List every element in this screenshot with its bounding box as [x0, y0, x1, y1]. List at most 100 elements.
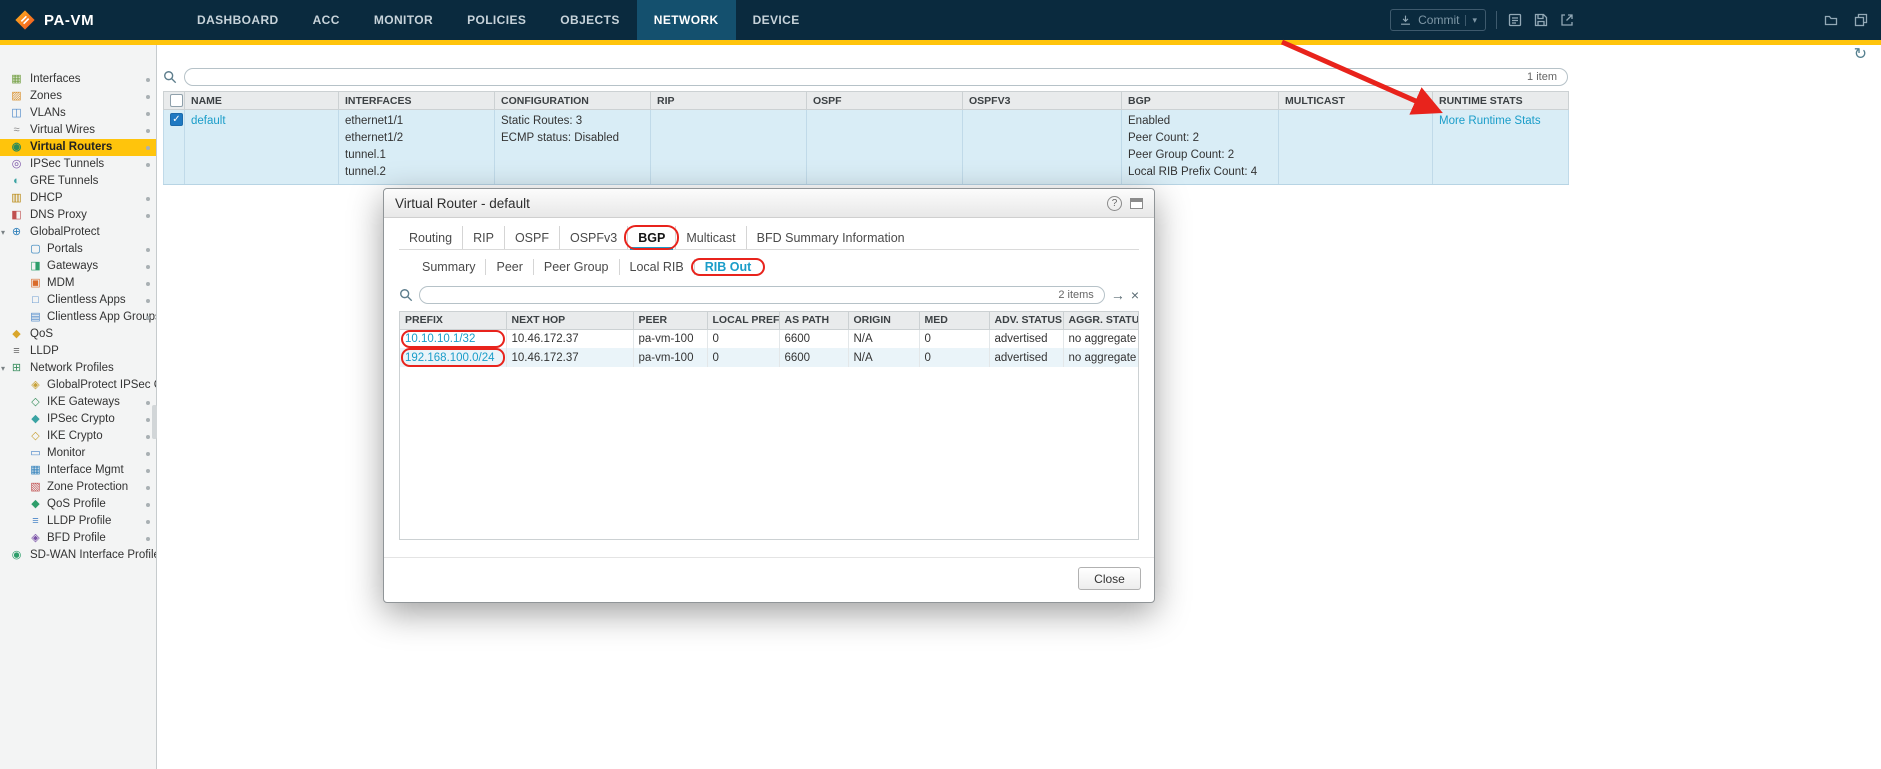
col-configuration[interactable]: CONFIGURATION: [495, 92, 651, 110]
sidebar-item-virtual-wires[interactable]: ≈Virtual Wires: [0, 122, 156, 139]
sidebar-item-lldp-profile[interactable]: ≡LLDP Profile: [0, 513, 156, 530]
nav-policies[interactable]: POLICIES: [450, 0, 543, 40]
save-config-icon[interactable]: [1533, 12, 1549, 28]
sidebar-item-interface-mgmt[interactable]: ▦Interface Mgmt: [0, 462, 156, 479]
nav-dashboard[interactable]: DASHBOARD: [180, 0, 296, 40]
nav-network[interactable]: NETWORK: [637, 0, 736, 40]
tab-multicast[interactable]: Multicast: [676, 226, 746, 249]
commit-button[interactable]: Commit ▾: [1390, 9, 1486, 31]
sidebar-item-clientless-apps[interactable]: □Clientless Apps: [0, 292, 156, 309]
sidebar-item-globalprotect[interactable]: ▾⊕GlobalProtect: [0, 224, 156, 241]
subtab-rib-out[interactable]: RIB Out: [695, 259, 762, 275]
col-aggr-status[interactable]: AGGR. STATUS: [1063, 312, 1139, 329]
search-icon[interactable]: [163, 70, 177, 84]
col-med[interactable]: MED: [919, 312, 989, 329]
sidebar-item-ipsec-tunnels[interactable]: ◎IPSec Tunnels: [0, 156, 156, 173]
folder-icon[interactable]: [1823, 12, 1839, 28]
dialog-header[interactable]: Virtual Router - default ?: [384, 189, 1154, 218]
nav-objects[interactable]: OBJECTS: [543, 0, 636, 40]
sidebar-item-dns-proxy[interactable]: ◧DNS Proxy: [0, 207, 156, 224]
col-peer[interactable]: PEER: [633, 312, 707, 329]
row-checkbox[interactable]: ✓: [170, 113, 183, 126]
tab-rip[interactable]: RIP: [463, 226, 505, 249]
nav-acc[interactable]: ACC: [296, 0, 357, 40]
sidebar-item-network-profiles[interactable]: ▾⊞Network Profiles: [0, 360, 156, 377]
col-origin[interactable]: ORIGIN: [848, 312, 919, 329]
nav-device[interactable]: DEVICE: [736, 0, 817, 40]
new-window-icon[interactable]: [1853, 12, 1869, 28]
more-runtime-stats-link[interactable]: More Runtime Stats: [1439, 115, 1541, 127]
tasks-icon[interactable]: [1507, 12, 1523, 28]
sidebar-item-gateways[interactable]: ◨Gateways: [0, 258, 156, 275]
tab-bgp[interactable]: BGP: [628, 226, 676, 249]
sidebar-item-monitor[interactable]: ▭Monitor: [0, 445, 156, 462]
sidebar-item-vlans[interactable]: ◫VLANs: [0, 105, 156, 122]
tab-ospf[interactable]: OSPF: [505, 226, 560, 249]
prefix-link[interactable]: 10.10.10.1/32: [405, 333, 475, 345]
arrow-right-icon[interactable]: →: [1111, 286, 1125, 304]
select-all-checkbox[interactable]: [170, 94, 183, 107]
rip-cell: [651, 110, 807, 185]
chevron-down-icon[interactable]: ▾: [1, 224, 5, 241]
commit-caret-icon[interactable]: ▾: [1465, 15, 1477, 26]
subtab-peer-group[interactable]: Peer Group: [534, 259, 620, 275]
refresh-icon[interactable]: ↻: [1854, 47, 1867, 63]
col-prefix[interactable]: PREFIX: [400, 312, 506, 329]
main-nav: DASHBOARD ACC MONITOR POLICIES OBJECTS N…: [180, 0, 817, 40]
col-ospf[interactable]: OSPF: [807, 92, 963, 110]
sidebar-item-sdwan-interface-profile[interactable]: ◉SD-WAN Interface Profile: [0, 547, 156, 564]
subtab-peer[interactable]: Peer: [486, 259, 533, 275]
sidebar-item-zones[interactable]: ▨Zones: [0, 88, 156, 105]
prefix-link[interactable]: 192.168.100.0/24: [405, 352, 495, 364]
paloalto-logo-icon: [14, 9, 36, 31]
nav-monitor[interactable]: MONITOR: [357, 0, 450, 40]
close-button[interactable]: Close: [1078, 567, 1141, 590]
col-rip[interactable]: RIP: [651, 92, 807, 110]
col-as-path[interactable]: AS PATH: [779, 312, 848, 329]
table-row[interactable]: 192.168.100.0/24 10.46.172.37 pa-vm-100 …: [400, 348, 1139, 367]
col-local-pref[interactable]: LOCAL PREF.: [707, 312, 779, 329]
sidebar-item-portals[interactable]: ▢Portals: [0, 241, 156, 258]
col-name[interactable]: NAME: [185, 92, 339, 110]
sidebar-item-ike-crypto[interactable]: ◇IKE Crypto: [0, 428, 156, 445]
search-icon[interactable]: [399, 288, 413, 302]
sidebar-item-dhcp[interactable]: ▥DHCP: [0, 190, 156, 207]
subtab-summary[interactable]: Summary: [412, 259, 486, 275]
sidebar-item-interfaces[interactable]: ▦Interfaces: [0, 71, 156, 88]
sidebar-item-ike-gateways[interactable]: ◇IKE Gateways: [0, 394, 156, 411]
table-row[interactable]: 10.10.10.1/32 10.46.172.37 pa-vm-100 0 6…: [400, 329, 1139, 348]
sidebar-item-ipsec-crypto[interactable]: ◆IPSec Crypto: [0, 411, 156, 428]
chevron-down-icon[interactable]: ▾: [1, 360, 5, 377]
sidebar-item-mdm[interactable]: ▣MDM: [0, 275, 156, 292]
tab-routing[interactable]: Routing: [399, 226, 463, 249]
sidebar-item-clientless-app-groups[interactable]: ▤Clientless App Groups: [0, 309, 156, 326]
sidebar-resize-handle[interactable]: [152, 405, 157, 439]
rib-filter-input[interactable]: [430, 288, 1058, 302]
sidebar-item-globalprotect-ipsec-crypto[interactable]: ◈GlobalProtect IPSec Crypto: [0, 377, 156, 394]
sidebar-item-virtual-routers[interactable]: ◉Virtual Routers: [0, 139, 156, 156]
tab-bfd-summary[interactable]: BFD Summary Information: [747, 226, 915, 249]
item-dot: [146, 282, 150, 286]
sidebar-item-zone-protection[interactable]: ▧Zone Protection: [0, 479, 156, 496]
col-bgp[interactable]: BGP: [1122, 92, 1279, 110]
sidebar-item-qos[interactable]: ◆QoS: [0, 326, 156, 343]
help-icon[interactable]: ?: [1107, 196, 1122, 211]
col-next-hop[interactable]: NEXT HOP: [506, 312, 633, 329]
col-adv-status[interactable]: ADV. STATUS: [989, 312, 1063, 329]
col-runtime-stats[interactable]: RUNTIME STATS: [1433, 92, 1569, 110]
vr-filter-input[interactable]: [195, 70, 1527, 84]
tab-ospfv3[interactable]: OSPFv3: [560, 226, 628, 249]
maximize-icon[interactable]: [1130, 198, 1143, 209]
sidebar-item-qos-profile[interactable]: ◆QoS Profile: [0, 496, 156, 513]
clear-filter-icon[interactable]: ×: [1131, 286, 1139, 304]
export-config-icon[interactable]: [1559, 12, 1575, 28]
col-interfaces[interactable]: INTERFACES: [339, 92, 495, 110]
table-row[interactable]: ✓ default ethernet1/1 ethernet1/2 tunnel…: [164, 110, 1569, 185]
vr-name-link[interactable]: default: [191, 115, 226, 127]
sidebar-item-gre-tunnels[interactable]: ◐GRE Tunnels: [0, 173, 156, 190]
subtab-local-rib[interactable]: Local RIB: [620, 259, 695, 275]
sidebar-item-bfd-profile[interactable]: ◈BFD Profile: [0, 530, 156, 547]
sidebar-item-lldp[interactable]: ≡LLDP: [0, 343, 156, 360]
col-multicast[interactable]: MULTICAST: [1279, 92, 1433, 110]
col-ospfv3[interactable]: OSPFV3: [963, 92, 1122, 110]
